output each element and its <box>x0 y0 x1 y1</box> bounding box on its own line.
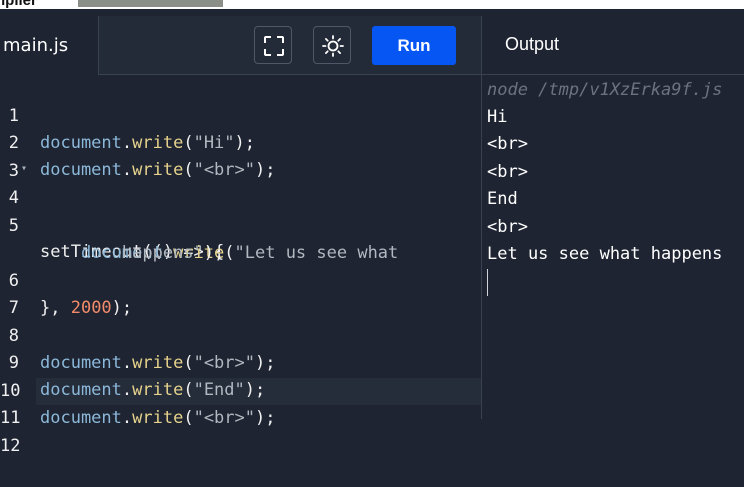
code-line[interactable]: 3 <box>0 131 481 181</box>
fold-arrow-icon[interactable]: ▾ <box>21 155 27 182</box>
output-panel[interactable]: node /tmp/v1XzErka9f.js Hi <br> <br> End… <box>482 75 744 419</box>
code-line[interactable]: 9 document.write("End"); <box>0 323 481 400</box>
code-line[interactable]: 8 document.write("<br>"); <box>0 296 481 373</box>
code-line[interactable]: 5 document.write("Let us see what <box>0 186 481 263</box>
code-editor[interactable]: 1 document.write("Hi"); 2 document.write… <box>0 75 481 456</box>
editor-toolbar: Run <box>99 16 481 75</box>
code-line-active[interactable]: 11 <box>0 378 481 428</box>
line-number: 12 <box>0 436 21 456</box>
output-line: End <box>487 189 518 209</box>
output-command: node /tmp/v1XzErka9f.js <box>487 80 723 100</box>
brand-text: npiler <box>0 0 37 9</box>
thumbnail-image <box>78 0 223 7</box>
fullscreen-button[interactable] <box>254 26 292 64</box>
code-line[interactable]: 12 <box>0 406 481 456</box>
code-line[interactable]: 1 document.write("Hi"); <box>0 76 481 153</box>
output-line: Let us see what happens <box>487 244 723 264</box>
code-line[interactable]: 10 document.write("<br>"); <box>0 351 481 428</box>
output-line: <br> <box>487 162 528 182</box>
output-header: Output <box>482 16 744 75</box>
output-text-cursor <box>487 269 488 296</box>
theme-toggle-button[interactable] <box>313 26 351 64</box>
code-line[interactable]: 7 <box>0 268 481 318</box>
output-line: <br> <box>487 217 528 237</box>
file-tab-main-js[interactable]: main.js <box>0 16 99 75</box>
output-line: <br> <box>487 134 528 154</box>
output-line: Hi <box>487 107 508 127</box>
code-line[interactable]: 6 }, 2000); <box>0 241 481 318</box>
fullscreen-icon <box>264 36 284 56</box>
code-line[interactable]: 4 ▾ setTimeout(() => { <box>0 155 481 262</box>
file-tab-label: main.js <box>3 35 69 56</box>
run-button[interactable]: Run <box>372 26 456 65</box>
top-strip: npiler <box>0 0 744 9</box>
code-line-wrap[interactable]: happens"); <box>0 213 481 263</box>
output-title: Output <box>505 34 560 54</box>
sun-icon <box>322 35 344 57</box>
code-line[interactable]: 2 document.write("<br>"); <box>0 103 481 180</box>
